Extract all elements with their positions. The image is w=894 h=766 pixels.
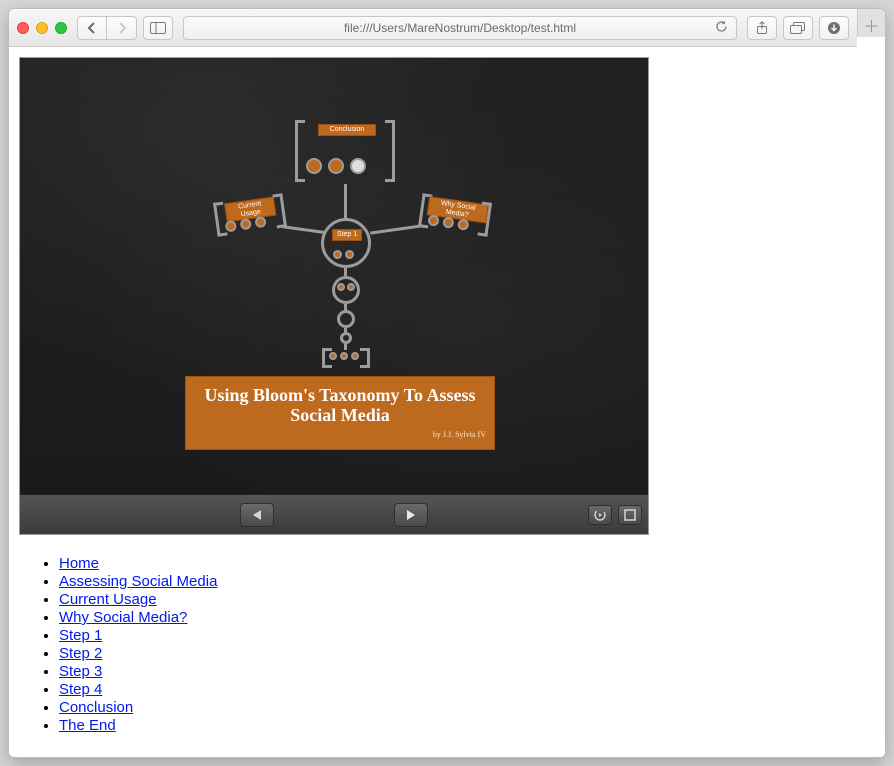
list-item: Step 4: [59, 681, 875, 698]
prezi-title-card: Using Bloom's Taxonomy To Assess Social …: [185, 376, 495, 450]
right-toolbar: [747, 16, 849, 40]
list-item: Assessing Social Media: [59, 573, 875, 590]
prezi-canvas[interactable]: Conclusion Current Usage: [20, 58, 648, 494]
node-dot: [254, 216, 266, 228]
prezi-next-button[interactable]: [394, 503, 428, 527]
list-item: The End: [59, 717, 875, 734]
node-dot: [328, 158, 344, 174]
node-dot: [347, 283, 355, 291]
list-item: Home: [59, 555, 875, 572]
nav-link-step1[interactable]: Step 1: [59, 627, 102, 644]
list-item: Step 3: [59, 663, 875, 680]
list-item: Step 1: [59, 627, 875, 644]
titlebar: file:///Users/MareNostrum/Desktop/test.h…: [9, 9, 857, 47]
node-dot: [340, 352, 348, 360]
nav-link-home[interactable]: Home: [59, 555, 99, 572]
node-dot: [333, 250, 342, 259]
nav-buttons: [77, 16, 137, 40]
new-tab-button[interactable]: ＋: [857, 9, 885, 37]
tabs-button[interactable]: [783, 16, 813, 40]
node-dot: [457, 219, 469, 231]
page-nav-list: Home Assessing Social Media Current Usag…: [59, 555, 875, 734]
prezi-prev-button[interactable]: [240, 503, 274, 527]
nav-link-step3[interactable]: Step 3: [59, 663, 102, 680]
node-dot: [350, 158, 366, 174]
nav-link-assessing[interactable]: Assessing Social Media: [59, 573, 217, 590]
zoom-icon[interactable]: [55, 22, 67, 34]
node-dot: [240, 218, 252, 230]
sidebar-toggle-button[interactable]: [143, 16, 173, 40]
downloads-button[interactable]: [819, 16, 849, 40]
browser-window: file:///Users/MareNostrum/Desktop/test.h…: [8, 8, 886, 758]
node-dot: [337, 283, 345, 291]
prezi-autoplay-button[interactable]: [588, 505, 612, 525]
nav-link-step2[interactable]: Step 2: [59, 645, 102, 662]
node-label-top: Conclusion: [318, 124, 376, 136]
prezi-controls: [20, 494, 648, 534]
prezi-embed[interactable]: Conclusion Current Usage: [19, 57, 649, 535]
nav-link-step4[interactable]: Step 4: [59, 681, 102, 698]
nav-link-why[interactable]: Why Social Media?: [59, 609, 187, 626]
reload-icon[interactable]: [715, 20, 728, 36]
node-dot: [345, 250, 354, 259]
page-content: Conclusion Current Usage: [9, 47, 885, 757]
back-button[interactable]: [77, 16, 107, 40]
url-bar[interactable]: file:///Users/MareNostrum/Desktop/test.h…: [183, 16, 737, 40]
node-dot: [351, 352, 359, 360]
nav-link-end[interactable]: The End: [59, 717, 116, 734]
prezi-byline: by J.J. Sylvia IV: [194, 430, 486, 439]
nav-link-current-usage[interactable]: Current Usage: [59, 591, 157, 608]
list-item: Why Social Media?: [59, 609, 875, 626]
list-item: Step 2: [59, 645, 875, 662]
node-dot: [225, 220, 237, 232]
node-dot: [306, 158, 322, 174]
traffic-lights: [17, 22, 67, 34]
list-item: Conclusion: [59, 699, 875, 716]
prezi-title: Using Bloom's Taxonomy To Assess Social …: [194, 385, 486, 426]
node-dot: [427, 214, 439, 226]
url-text: file:///Users/MareNostrum/Desktop/test.h…: [344, 21, 576, 35]
list-item: Current Usage: [59, 591, 875, 608]
prezi-fullscreen-button[interactable]: [618, 505, 642, 525]
close-icon[interactable]: [17, 22, 29, 34]
node-dot: [329, 352, 337, 360]
nav-link-conclusion[interactable]: Conclusion: [59, 699, 133, 716]
minimize-icon[interactable]: [36, 22, 48, 34]
node-dot: [442, 216, 454, 228]
share-button[interactable]: [747, 16, 777, 40]
node-label-center: Step 1: [332, 229, 362, 241]
forward-button[interactable]: [107, 16, 137, 40]
